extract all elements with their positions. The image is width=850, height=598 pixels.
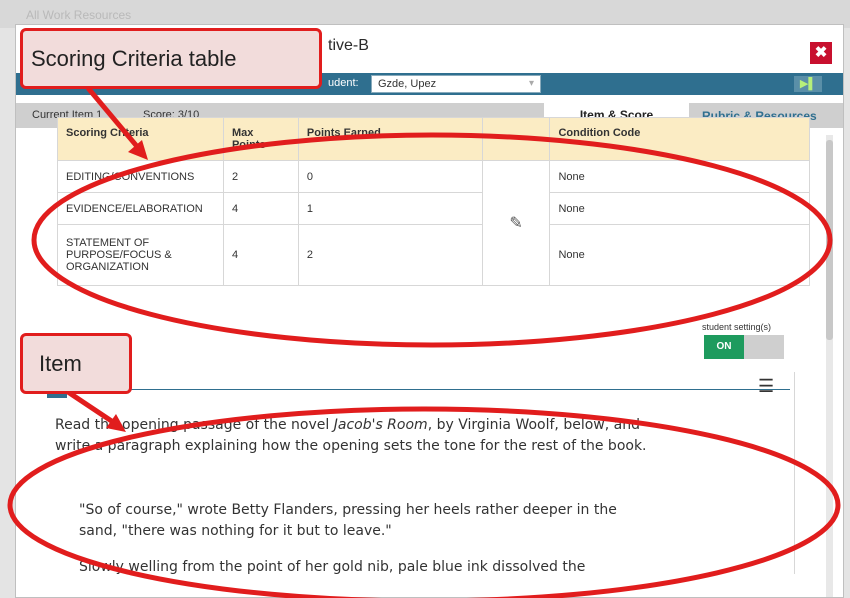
toggle-on-state: ON	[704, 335, 744, 359]
points-earned-cell: 2	[297, 224, 483, 286]
item-divider	[67, 389, 790, 390]
header-max-points: Max Points	[222, 117, 299, 161]
passage-paragraph-2: Slowly welling from the point of her gol…	[79, 559, 586, 575]
max-points-cell: 2	[222, 160, 299, 193]
criteria-cell: STATEMENT OF PURPOSE/FOCUS & ORGANIZATIO…	[57, 224, 224, 286]
hamburger-menu-icon[interactable]: ☰	[758, 377, 774, 395]
table-header-row: Scoring Criteria Max Points Points Earne…	[57, 117, 810, 161]
item-panel: 2 ☰ Read the opening passage of the nove…	[47, 372, 795, 575]
item-prompt-title: Jacob's Room	[333, 417, 428, 433]
item-prompt: Read the opening passage of the novel Ja…	[55, 415, 665, 457]
close-icon[interactable]: ✖	[810, 42, 832, 64]
header-condition-code: Condition Code	[549, 117, 810, 161]
max-points-cell: 4	[222, 224, 299, 286]
background-title: All Work Resources	[26, 8, 132, 22]
student-settings-toggle[interactable]: ON	[704, 335, 784, 359]
scoring-callout: Scoring Criteria table	[20, 28, 322, 89]
criteria-cell: EDITING/CONVENTIONS	[57, 160, 224, 193]
modal-title: tive-B	[328, 37, 369, 54]
points-earned-cell: 1	[297, 192, 483, 225]
student-dropdown[interactable]: Gzde, Upez ▾	[371, 75, 541, 93]
condition-code-cell: None	[549, 160, 810, 193]
scrollbar-thumb[interactable]	[826, 140, 833, 340]
header-points-earned: Points Earned	[297, 117, 483, 161]
table-row: STATEMENT OF PURPOSE/FOCUS & ORGANIZATIO…	[57, 224, 810, 286]
scoring-criteria-table: Scoring Criteria Max Points Points Earne…	[57, 117, 810, 286]
student-dropdown-value: Gzde, Upez	[378, 78, 437, 90]
criteria-cell: EVIDENCE/ELABORATION	[57, 192, 224, 225]
student-settings-label: student setting(s)	[702, 322, 772, 332]
item-prompt-start: Read the opening passage of the novel	[55, 417, 334, 433]
max-points-cell: 4	[222, 192, 299, 225]
header-scoring-criteria: Scoring Criteria	[57, 117, 224, 161]
header-edit	[481, 117, 551, 161]
panel-toggle-icon[interactable]: ▶▌	[794, 76, 822, 92]
student-label: udent:	[328, 77, 359, 89]
pencil-icon[interactable]: ✎	[481, 160, 551, 286]
condition-code-cell: None	[549, 192, 810, 225]
points-earned-cell: 0	[297, 160, 483, 193]
chevron-down-icon: ▾	[528, 78, 534, 89]
item-callout: Item	[20, 333, 132, 394]
table-row: EDITING/CONVENTIONS 2 0 ✎ None	[57, 160, 810, 286]
table-row: EVIDENCE/ELABORATION 4 1 None	[57, 192, 810, 225]
modal-scrollbar[interactable]	[826, 135, 833, 597]
passage-paragraph-1: "So of course," wrote Betty Flanders, pr…	[79, 502, 617, 539]
condition-code-cell: None	[549, 224, 810, 286]
